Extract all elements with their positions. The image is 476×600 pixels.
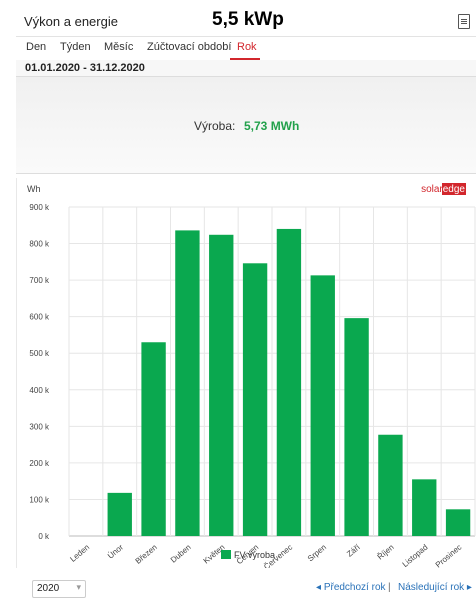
y-tick-label: 500 k xyxy=(29,349,50,358)
y-tick-label: 300 k xyxy=(29,422,50,431)
y-tick-label: 0 k xyxy=(38,532,50,541)
bar-12 xyxy=(445,509,471,536)
y-tick-label: 800 k xyxy=(29,240,50,249)
y-tick-label: 200 k xyxy=(29,459,50,468)
y-tick-label: 700 k xyxy=(29,276,50,285)
tab-billing-period[interactable]: Zúčtovací období xyxy=(147,41,231,53)
x-tick-label: Březen xyxy=(134,543,159,566)
previous-year-label: Předchozí rok xyxy=(323,582,386,593)
bar-4 xyxy=(175,230,200,536)
date-range: 01.01.2020 - 31.12.2020 xyxy=(25,62,145,74)
year-select[interactable]: 2020 ▾ xyxy=(32,580,86,598)
bar-5 xyxy=(209,234,234,536)
x-tick-label: Srpen xyxy=(306,543,328,564)
y-tick-label: 100 k xyxy=(29,495,50,504)
y-tick-label: 600 k xyxy=(29,313,50,322)
x-tick-label: Září xyxy=(345,542,362,559)
logo-solar: solar xyxy=(421,184,443,195)
bar-3 xyxy=(141,342,166,536)
chevron-right-icon: ▸ xyxy=(466,582,472,593)
capacity-label: 5,5 kWp xyxy=(212,9,284,30)
summary-panel: Výroba: 5,73 MWh xyxy=(16,77,476,174)
x-tick-label: Říjen xyxy=(376,543,396,562)
production-value: 5,73 MWh xyxy=(244,119,300,133)
bar-7 xyxy=(276,228,302,536)
bar-8 xyxy=(310,275,335,536)
solaredge-logo: solaredge xyxy=(421,184,465,195)
chevron-left-icon: ◂ xyxy=(316,582,322,593)
next-year-label: Následující rok xyxy=(398,582,465,593)
nav-separator: | xyxy=(388,582,391,593)
chart-container: Wh solaredge 0 k 100 k 200 k 300 k 400 k 500 k 6… xyxy=(16,178,476,572)
tab-day[interactable]: Den xyxy=(26,41,46,53)
tab-week[interactable]: Týden xyxy=(60,41,91,53)
bar-2 xyxy=(107,492,132,536)
year-select-value: 2020 xyxy=(37,583,60,594)
tab-year[interactable]: Rok xyxy=(237,41,257,53)
next-year-link[interactable]: Následující rok ▸ xyxy=(398,582,472,593)
previous-year-link[interactable]: ◂ Předchozí rok xyxy=(316,582,386,593)
legend-label: FV výroba xyxy=(234,550,275,560)
chevron-down-icon: ▾ xyxy=(76,582,81,592)
bar-11 xyxy=(412,479,437,536)
y-tick-label: 400 k xyxy=(29,386,50,395)
bar-chart: Wh solaredge 0 k 100 k 200 k 300 k 400 k 500 k 6… xyxy=(27,183,476,572)
widget-title: Výkon a energie xyxy=(24,14,118,29)
period-tabs: Den Týden Měsíc Zúčtovací období Rok xyxy=(16,38,476,60)
pdf-icon[interactable] xyxy=(458,14,470,29)
y-axis-label: Wh xyxy=(27,184,41,194)
widget-header: Výkon a energie 5,5 kWp xyxy=(16,8,476,37)
x-tick-label: Listopad xyxy=(401,543,430,568)
x-tick-label: Únor xyxy=(106,542,125,560)
y-tick-label: 900 k xyxy=(29,203,50,212)
bar-9 xyxy=(344,318,369,536)
production-label: Výroba: xyxy=(194,119,236,133)
logo-edge: edge xyxy=(443,184,466,195)
x-tick-label: Leden xyxy=(68,543,91,564)
x-tick-label: Prosinec xyxy=(434,543,464,568)
date-range-bar: 01.01.2020 - 31.12.2020 xyxy=(16,60,476,77)
bar-10 xyxy=(378,434,403,536)
x-tick-label: Duben xyxy=(169,543,193,565)
legend-swatch xyxy=(221,550,231,559)
bar-6 xyxy=(242,263,268,536)
tab-month[interactable]: Měsíc xyxy=(104,41,133,53)
